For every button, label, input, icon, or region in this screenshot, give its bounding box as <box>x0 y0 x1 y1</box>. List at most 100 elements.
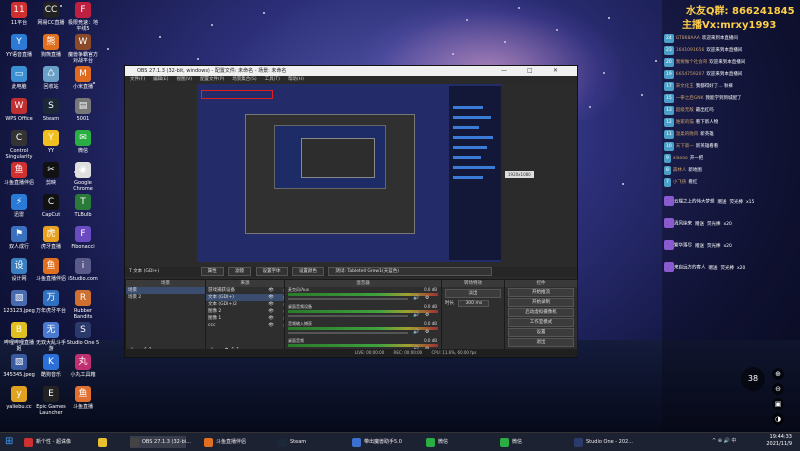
maximize-button[interactable]: □ <box>527 66 533 76</box>
side-tool-icon[interactable]: ▣ <box>772 398 784 410</box>
menu-item[interactable]: 编辑(E) <box>153 77 168 82</box>
chat-username[interactable]: 我要做个社会哥 <box>676 60 708 65</box>
set-font-button[interactable]: 设置字体 <box>255 267 288 276</box>
taskbar-item[interactable]: 新个性 - 超诛像 <box>24 436 80 448</box>
taskbar-item[interactable] <box>98 436 112 448</box>
side-tool-icon[interactable]: ⊖ <box>772 383 784 395</box>
desktop-icon[interactable]: 11 11平台 <box>2 2 36 26</box>
desktop-icon[interactable]: C CapCut <box>34 194 68 218</box>
gift-sender[interactable]: 清风徐来 <box>674 222 692 227</box>
chat-username[interactable]: 天下第一 <box>676 144 694 149</box>
desktop-icon[interactable]: ⚡ 迅雷 <box>2 194 36 218</box>
source-item[interactable]: 文本 (GDI+)👁🔒 <box>206 294 288 301</box>
side-tool-icon[interactable]: ◑ <box>772 413 784 425</box>
desktop-icon[interactable]: 鱼斗鱼直播伴侣 <box>2 162 36 186</box>
chat-username[interactable]: 超级无敌 <box>676 108 694 113</box>
chat-username[interactable]: 森林人 <box>673 168 687 173</box>
desktop-icon[interactable]: i iStudio.com <box>66 258 100 282</box>
desktop-icon[interactable]: ✂ 剪映 <box>34 162 68 186</box>
taskbar-item[interactable]: 斗鱼直播伴侣 <box>204 436 260 448</box>
source-item[interactable]: 文本 (GDI+)2👁🔒 <box>206 301 288 308</box>
eye-icon[interactable]: 👁 <box>268 287 274 294</box>
source-item[interactable]: 游戏捕获设备👁🔒 <box>206 287 288 294</box>
obs-title-bar[interactable]: OBS 27.1.3 (32-bit, windows) - 配置文件: 未命名… <box>125 66 577 76</box>
desktop-icon[interactable]: 鱼斗鱼直播 <box>66 386 100 410</box>
chat-username[interactable]: 一拳之后GNK <box>676 96 704 101</box>
control-button[interactable]: 设置 <box>508 328 574 337</box>
desktop-icon[interactable]: 鱼斗鱼直播伴侣 <box>34 258 68 282</box>
eye-icon[interactable]: 👁 <box>268 301 274 308</box>
desktop-icon[interactable]: W WPS Office <box>2 98 36 122</box>
chat-username[interactable]: 小飞侠 <box>673 180 687 185</box>
control-button[interactable]: 启动虚拟摄像机 <box>508 308 574 317</box>
desktop-icon[interactable]: ▤ 5001 <box>66 98 100 122</box>
volume-slider[interactable] <box>288 315 408 317</box>
taskbar-item[interactable]: 带出魔兽助手5.0 <box>352 436 408 448</box>
chat-username[interactable]: GT868AAA <box>676 36 700 41</box>
filters-button[interactable]: 滤镜 <box>228 267 252 276</box>
gear-icon[interactable]: ⚙ <box>425 295 429 301</box>
desktop-icon[interactable]: 无无双大乱斗手游 <box>34 322 68 352</box>
desktop-icon[interactable]: ▧ 345345.jpeg <box>2 354 36 378</box>
chat-username[interactable]: 宋文化王 <box>676 84 694 89</box>
volume-slider[interactable] <box>288 298 408 300</box>
chat-username[interactable]: 谁家的猫 <box>676 120 694 125</box>
desktop-icon[interactable]: Y YY <box>34 130 68 154</box>
taskbar-item[interactable]: Studio One - 202... <box>574 436 633 448</box>
desktop-icon[interactable]: Y YY语音直播 <box>2 34 36 58</box>
source-item[interactable]: 图像 1👁🔒 <box>206 315 288 322</box>
desktop-icon[interactable]: 设设计网 <box>2 258 36 282</box>
taskbar-item[interactable]: 微信 <box>426 436 482 448</box>
desktop-icon[interactable]: ✉ 微信 <box>66 130 100 154</box>
set-color-button[interactable]: 设置颜色 <box>291 267 324 276</box>
transition-select[interactable]: 淡出 <box>445 289 501 298</box>
desktop-icon[interactable]: 虎虎牙直播 <box>34 226 68 250</box>
desktop-icon[interactable]: M 小米直播 <box>66 66 100 90</box>
chat-username[interactable]: 1641091656 <box>676 48 705 53</box>
menu-item[interactable]: 帮助(H) <box>288 77 304 82</box>
eye-icon[interactable]: 👁 <box>268 294 274 301</box>
desktop-icon[interactable]: 丸小丸工具箱 <box>66 354 100 378</box>
gift-sender[interactable]: 繁华落尽 <box>674 244 692 249</box>
gift-sender[interactable]: 云端之上的伟大梦想 <box>674 200 715 205</box>
eye-icon[interactable]: 👁 <box>268 315 274 322</box>
system-tray[interactable]: ^ ⊕ 🔊 中 <box>712 437 736 444</box>
desktop-icon[interactable]: y yaliebu.cc <box>2 386 36 410</box>
menu-item[interactable]: 视图(V) <box>176 77 192 82</box>
menu-item[interactable]: 工具(T) <box>265 77 280 82</box>
viewer-count-badge[interactable]: 38 <box>741 367 765 391</box>
gear-icon[interactable]: ⚙ <box>425 329 429 335</box>
desktop-icon[interactable]: C Control Singularity <box>2 130 36 160</box>
properties-button[interactable]: 属性 <box>200 267 224 276</box>
gear-icon[interactable]: ⚙ <box>425 312 429 318</box>
clock[interactable]: 19:44:33 2021/11/9 <box>766 434 792 448</box>
minimize-button[interactable]: — <box>501 66 507 76</box>
taskbar-item[interactable]: 微信 <box>500 436 556 448</box>
desktop-icon[interactable]: ◉ Google Chrome <box>66 162 100 192</box>
desktop-icon[interactable]: S Studio One 5 <box>66 322 100 346</box>
desktop-icon[interactable]: ▧ 123123.jpeg <box>2 290 36 314</box>
desktop-icon[interactable]: B 哔哩哔哩直播姬 <box>2 322 36 352</box>
speaker-icon[interactable]: 🔊 <box>413 295 419 301</box>
volume-slider[interactable] <box>288 332 408 334</box>
source-item[interactable]: ccc👁🔒 <box>206 322 288 329</box>
control-button[interactable]: 开始录制 <box>508 298 574 307</box>
taskbar-item[interactable]: OBS 27.1.3 (32-bi... <box>130 436 191 448</box>
desktop-icon[interactable]: R Rubber Bandits <box>66 290 100 320</box>
text-value-field[interactable]: 测试: Tabletell Grew1(天蓝色) <box>328 267 493 276</box>
taskbar-item[interactable]: Steam <box>278 436 334 448</box>
control-button[interactable]: 开始推流 <box>508 288 574 297</box>
desktop-icon[interactable]: ⚑ 双人成行 <box>2 226 36 250</box>
desktop-icon[interactable]: S Steam <box>34 98 68 122</box>
desktop-icon[interactable]: W 魔兽争霸官方对战平台 <box>66 34 100 64</box>
gift-sender[interactable]: 来自远方的客人 <box>674 266 706 271</box>
desktop-icon[interactable]: T TLBulb <box>66 194 100 218</box>
obs-preview[interactable] <box>197 84 501 262</box>
source-item[interactable]: 图像 2👁🔒 <box>206 308 288 315</box>
desktop-icon[interactable]: F 极限竞速：地平线5 <box>66 2 100 32</box>
scene-item[interactable]: 场景 <box>126 287 205 294</box>
close-button[interactable]: ✕ <box>553 66 558 76</box>
control-button[interactable]: 退出 <box>508 338 574 347</box>
desktop-icon[interactable]: F Fibonacci <box>66 226 100 250</box>
menu-item[interactable]: 配置文件(P) <box>200 77 224 82</box>
